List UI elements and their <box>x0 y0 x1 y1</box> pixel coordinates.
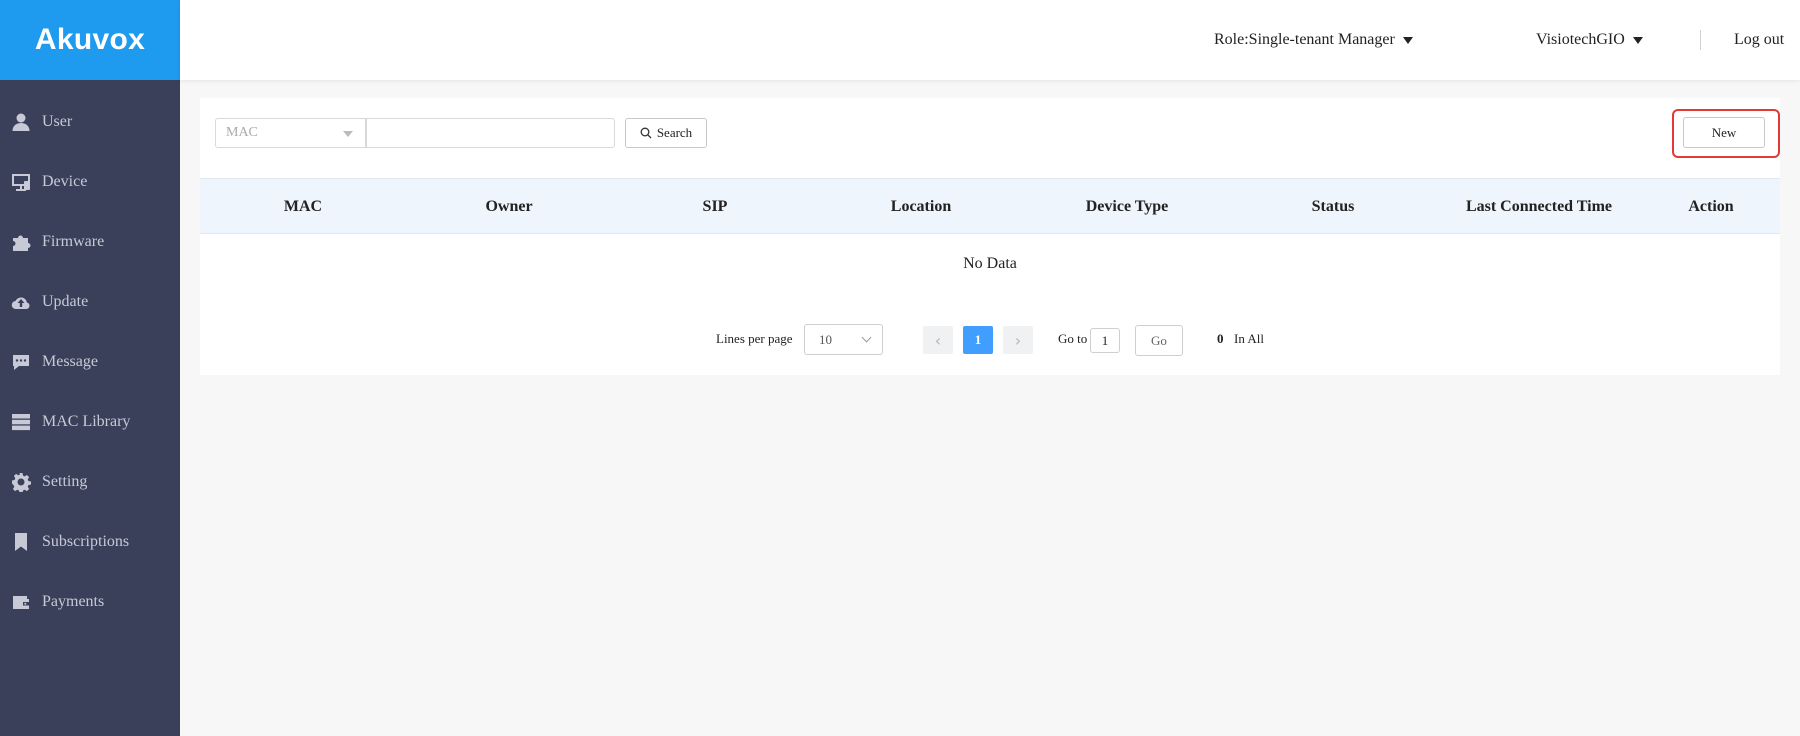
go-button[interactable]: Go <box>1135 325 1183 356</box>
account-dropdown[interactable]: VisiotechGIO <box>1536 0 1643 80</box>
sidebar-item-label: User <box>42 113 73 130</box>
wallet-icon <box>10 591 32 613</box>
sidebar-item-label: Setting <box>42 473 88 490</box>
sidebar-item-update[interactable]: Update <box>0 272 180 332</box>
new-button[interactable]: New <box>1683 117 1765 148</box>
sidebar: Akuvox User Device Firmware Update Messa… <box>0 0 180 736</box>
page-number-current[interactable]: 1 <box>963 326 993 354</box>
filter-field-value: MAC <box>226 125 258 140</box>
gear-icon <box>10 471 32 493</box>
logout-link[interactable]: Log out <box>1734 0 1784 80</box>
search-icon <box>640 127 652 139</box>
goto-page-input[interactable]: 1 <box>1090 328 1120 353</box>
sidebar-item-label: MAC Library <box>42 413 131 430</box>
sidebar-item-message[interactable]: Message <box>0 332 180 392</box>
sidebar-item-label: Message <box>42 353 98 370</box>
total-count: 0 <box>1217 331 1224 346</box>
cloud-upload-icon <box>10 291 32 313</box>
search-button-label: Search <box>656 125 693 140</box>
role-label: Role:Single-tenant Manager <box>1214 31 1395 48</box>
next-page-button[interactable]: › <box>1003 326 1033 354</box>
sidebar-item-label: Subscriptions <box>42 533 130 550</box>
lines-per-page-value: 10 <box>819 331 832 347</box>
user-icon <box>10 111 32 133</box>
top-header: Role:Single-tenant Manager VisiotechGIO … <box>180 0 1800 80</box>
column-header-action: Action <box>1688 198 1734 215</box>
sidebar-item-user[interactable]: User <box>0 92 180 152</box>
role-dropdown[interactable]: Role:Single-tenant Manager <box>1214 0 1413 80</box>
sidebar-item-label: Firmware <box>42 233 105 250</box>
table-header: MAC Owner SIP Location Device Type Statu… <box>200 178 1780 234</box>
device-icon <box>10 171 32 193</box>
chevron-down-icon <box>861 332 872 343</box>
sidebar-item-setting[interactable]: Setting <box>0 452 180 512</box>
prev-page-button[interactable]: ‹ <box>923 326 953 354</box>
account-label: VisiotechGIO <box>1536 31 1625 48</box>
lines-per-page-label: Lines per page <box>716 331 793 346</box>
bookmark-icon <box>10 531 32 553</box>
column-header-last-connected-time[interactable]: Last Connected Time <box>1436 179 1642 235</box>
sidebar-item-subscriptions[interactable]: Subscriptions <box>0 512 180 572</box>
caret-down-icon <box>1632 36 1643 44</box>
akuvox-logo[interactable]: Akuvox <box>0 0 180 80</box>
empty-table-message: No Data <box>963 255 1017 272</box>
total-label: In All <box>1234 331 1264 346</box>
column-header-device-type[interactable]: Device Type <box>1024 179 1230 235</box>
column-header-owner[interactable]: Owner <box>406 179 612 235</box>
search-button[interactable]: Search <box>625 118 707 148</box>
message-icon <box>10 351 32 373</box>
sidebar-item-device[interactable]: Device <box>0 152 180 212</box>
device-panel: MAC Search New MAC Owner SIP Location De… <box>200 98 1780 375</box>
caret-down-icon <box>343 131 353 137</box>
header-divider <box>1700 30 1701 50</box>
filter-field-select[interactable]: MAC <box>215 118 366 148</box>
sidebar-item-label: Payments <box>42 593 105 610</box>
column-header-location[interactable]: Location <box>818 179 1024 235</box>
sidebar-item-mac-library[interactable]: MAC Library <box>0 392 180 452</box>
server-icon <box>10 411 32 433</box>
puzzle-icon <box>10 231 32 253</box>
sidebar-item-label: Device <box>42 173 88 190</box>
sidebar-nav: User Device Firmware Update Message MAC … <box>0 80 180 632</box>
column-header-status[interactable]: Status <box>1230 179 1436 235</box>
lines-per-page-select[interactable]: 10 <box>804 324 883 355</box>
sidebar-item-firmware[interactable]: Firmware <box>0 212 180 272</box>
column-header-sip[interactable]: SIP <box>612 179 818 235</box>
caret-down-icon <box>1402 36 1413 44</box>
sidebar-item-payments[interactable]: Payments <box>0 572 180 632</box>
goto-label: Go to <box>1058 331 1088 346</box>
column-header-mac[interactable]: MAC <box>200 179 406 235</box>
sidebar-item-label: Update <box>42 293 89 310</box>
search-input[interactable] <box>366 118 615 148</box>
